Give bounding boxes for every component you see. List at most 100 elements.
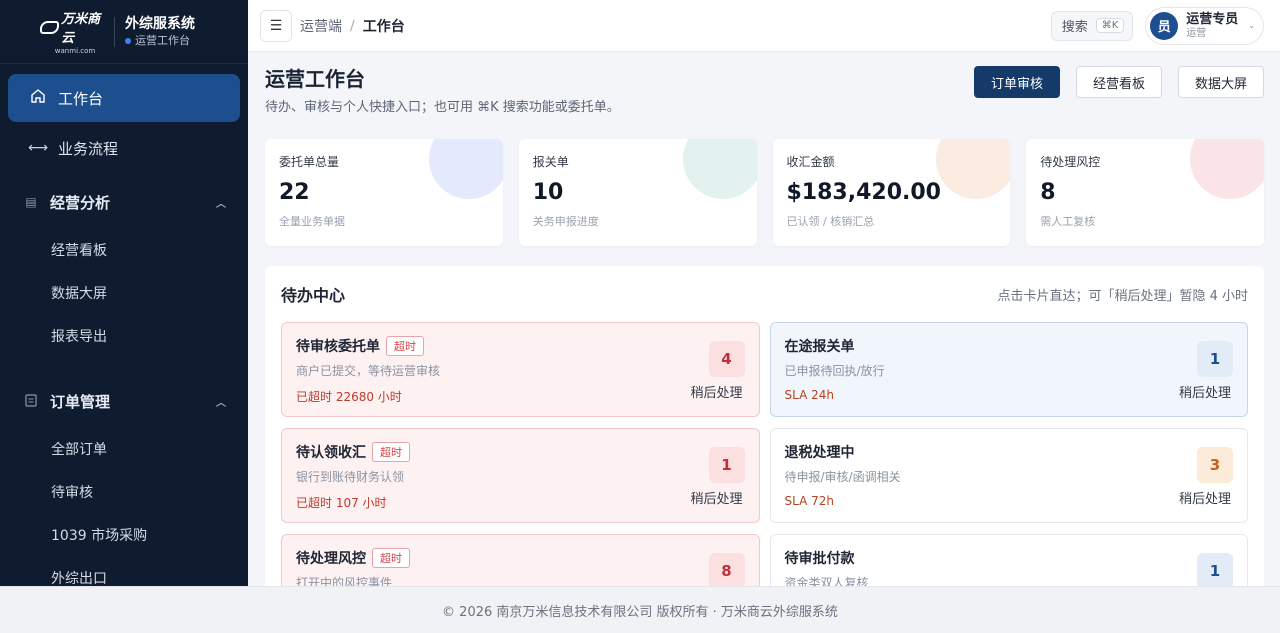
- sidebar-nav: 工作台 ⟷ 业务流程 ▤ 经营分析 ︿ 经营看板 数据大屏 报表导出 订单管理 …: [0, 64, 248, 586]
- todo-grid: 待审核委托单 超时 商户已提交，等待运营审核 已超时 22680 小时 4 稍后处理 在途报…: [281, 322, 1248, 586]
- search-label: 搜索: [1061, 20, 1088, 35]
- menu-icon: ☰: [269, 17, 283, 34]
- search-button[interactable]: 搜索 ⌘K: [1050, 10, 1134, 41]
- user-name: 运营专员: [1186, 11, 1239, 27]
- sidebar-item-workbench[interactable]: 工作台: [8, 74, 240, 122]
- sidebar-item-export[interactable]: 外综出口: [8, 556, 240, 587]
- todo-card[interactable]: 在途报关单已申报待回执/放行 SLA 24h 1 稍后处理: [769, 322, 1248, 417]
- stat-note: 全量业务单据: [279, 215, 345, 228]
- sidebar-item-all-orders[interactable]: 全部订单: [8, 427, 240, 470]
- overdue-badge: 超时: [372, 442, 410, 462]
- chevron-up-icon: ︿: [216, 198, 226, 210]
- todo-card-title: 待认领收汇 超时: [296, 442, 745, 462]
- sidebar-group-label: 订单管理: [50, 392, 111, 411]
- todo-card-desc: 待申报/审核/函调相关: [784, 470, 901, 484]
- todo-count-badge: 3: [1197, 447, 1233, 483]
- todo-card-desc: 银行到账待财务认领: [296, 470, 405, 484]
- sidebar-item-label: 工作台: [58, 89, 104, 108]
- system-title: 外综服系统: [125, 16, 195, 32]
- stat-value: $183,420.00: [786, 180, 941, 205]
- snooze-button[interactable]: 稍后处理: [690, 488, 742, 507]
- todo-count-badge: 1: [708, 447, 745, 483]
- todo-card-sla: SLA 24h: [784, 388, 834, 402]
- home-icon: [28, 88, 48, 108]
- stat-card-risk[interactable]: 待处理风控 8 需人工复核: [1026, 139, 1264, 246]
- todo-count-badge: 1: [1197, 341, 1233, 377]
- breadcrumb-separator: /: [350, 17, 355, 34]
- sidebar: 万米商云 wanmi.com 外综服系统 运营工作台 工作台 ⟷ 业务流程 ▤ …: [0, 0, 248, 586]
- footer: © 2026 南京万米信息技术有限公司 版权所有 · 万米商云外综服系统: [0, 586, 1280, 633]
- avatar: 员: [1150, 11, 1179, 40]
- user-role: 运营: [1186, 27, 1207, 39]
- stat-value: 8: [1040, 180, 1056, 205]
- snooze-button[interactable]: 稍后处理: [1179, 488, 1231, 507]
- snooze-button[interactable]: 稍后处理: [1179, 382, 1231, 401]
- overdue-badge: 超时: [372, 548, 410, 568]
- company-logo[interactable]: 万米商云 wanmi.com: [40, 8, 110, 55]
- order-review-button[interactable]: 订单审核: [973, 66, 1060, 98]
- stat-label: 委托单总量: [279, 155, 340, 169]
- todo-card-title: 在途报关单: [784, 339, 855, 355]
- chevron-up-icon: ︿: [216, 397, 226, 409]
- todo-card[interactable]: 退税处理中 待申报/审核/函调相关 SLA 72h 3 稍后处理: [769, 428, 1248, 523]
- todo-card-desc: 商户已提交，等待运营审核: [296, 364, 441, 378]
- stat-note: 关务申报进度: [532, 215, 599, 228]
- logo-text: 万米商云: [61, 12, 101, 46]
- todo-card-title: 待处理风控 超时: [296, 548, 745, 568]
- sidebar-item-pending-review[interactable]: 待审核: [8, 470, 240, 513]
- sidebar-group-orders[interactable]: 订单管理 ︿: [8, 375, 240, 427]
- todo-count-badge: 8: [708, 553, 745, 586]
- stat-card-customs[interactable]: 报关单 10 关务申报进度: [518, 139, 757, 246]
- clipboard-icon: [22, 393, 40, 410]
- search-shortcut: ⌘K: [1095, 18, 1125, 33]
- system-subtitle: 运营工作台: [125, 33, 195, 48]
- todo-card[interactable]: 待认领收汇 超时银行到账待财务认领 已超时 107 小时 1 稍后处理: [281, 428, 760, 523]
- top-bar: ☰ 运营端 / 工作台 搜索 ⌘K 员 运营专员 运营 ⌄: [248, 0, 1280, 52]
- big-screen-button[interactable]: 数据大屏: [1177, 66, 1264, 98]
- sidebar-item-label: 业务流程: [58, 139, 119, 158]
- logo-subtext: wanmi.com: [54, 47, 96, 55]
- sidebar-item-dashboard[interactable]: 经营看板: [8, 228, 240, 271]
- snooze-button[interactable]: 稍后处理: [690, 382, 742, 401]
- user-menu[interactable]: 员 运营专员 运营 ⌄: [1145, 6, 1264, 45]
- todo-count-badge: 4: [708, 341, 745, 377]
- sidebar-group-analytics[interactable]: ▤ 经营分析 ︿: [8, 176, 240, 228]
- sidebar-group-label: 经营分析: [50, 193, 111, 212]
- breadcrumb-current: 工作台: [362, 18, 405, 35]
- stat-card-receipts[interactable]: 收汇金额 $183,420.00 已认领 / 核销汇总: [772, 139, 1011, 246]
- todo-card-sla: 已超时 22680 小时: [296, 390, 402, 404]
- todo-title: 待办中心: [281, 286, 346, 305]
- page-description: 待办、审核与个人快捷入口；也可用 ⌘K 搜索功能或委托单。: [265, 100, 620, 115]
- todo-card[interactable]: 待审核委托单 超时商户已提交，等待运营审核 已超时 22680 小时 4 稍后处理: [281, 322, 760, 417]
- todo-card-title: 退税处理中: [784, 445, 855, 461]
- todo-card-desc: 打开中的风控事件: [296, 576, 393, 586]
- sidebar-item-workflow[interactable]: ⟷ 业务流程: [8, 124, 240, 172]
- sidebar-item-big-screen[interactable]: 数据大屏: [8, 271, 240, 314]
- todo-card-desc: 资金类双人复核: [784, 576, 869, 586]
- todo-card-desc: 已申报待回执/放行: [784, 364, 885, 378]
- stat-card-orders[interactable]: 委托单总量 22 全量业务单据: [265, 139, 503, 246]
- todo-card[interactable]: 待审批付款资金类双人复核1稍后处理: [769, 534, 1248, 586]
- overdue-badge: 超时: [386, 336, 424, 356]
- stats-row: 委托单总量 22 全量业务单据 报关单 10 关务申报进度 收汇金额 $183,…: [265, 139, 1264, 246]
- todo-center: 待办中心 点击卡片直达；可「稍后处理」暂隐 4 小时 待审核委托单 超时商户已提交…: [265, 266, 1264, 586]
- stat-label: 报关单: [532, 155, 569, 169]
- sidebar-item-market-purchase[interactable]: 1039 市场采购: [8, 513, 240, 556]
- chart-icon: ▤: [25, 195, 37, 209]
- breadcrumb-root[interactable]: 运营端: [300, 16, 342, 36]
- todo-card-title: 待审核委托单 超时: [296, 336, 745, 356]
- todo-card[interactable]: 待处理风控超时打开中的风控事件8稍后处理: [281, 534, 760, 586]
- sidebar-item-report-export[interactable]: 报表导出: [8, 314, 240, 357]
- todo-tip: 点击卡片直达；可「稍后处理」暂隐 4 小时: [997, 288, 1248, 304]
- status-dot-icon: [125, 37, 131, 44]
- copyright-text: © 2026 南京万米信息技术有限公司 版权所有 · 万米商云外综服系统: [442, 604, 838, 620]
- todo-count-badge: 1: [1197, 553, 1233, 586]
- menu-toggle-button[interactable]: ☰: [260, 9, 292, 42]
- main-content: 运营工作台 待办、审核与个人快捷入口；也可用 ⌘K 搜索功能或委托单。 订单审核…: [248, 52, 1280, 586]
- page-title: 运营工作台: [265, 67, 365, 91]
- stat-value: 22: [279, 180, 310, 205]
- page-header: 运营工作台 待办、审核与个人快捷入口；也可用 ⌘K 搜索功能或委托单。 订单审核…: [265, 66, 1264, 115]
- dashboard-button[interactable]: 经营看板: [1075, 66, 1162, 98]
- todo-card-sla: 已超时 107 小时: [296, 496, 387, 510]
- stat-label: 待处理风控: [1040, 155, 1101, 169]
